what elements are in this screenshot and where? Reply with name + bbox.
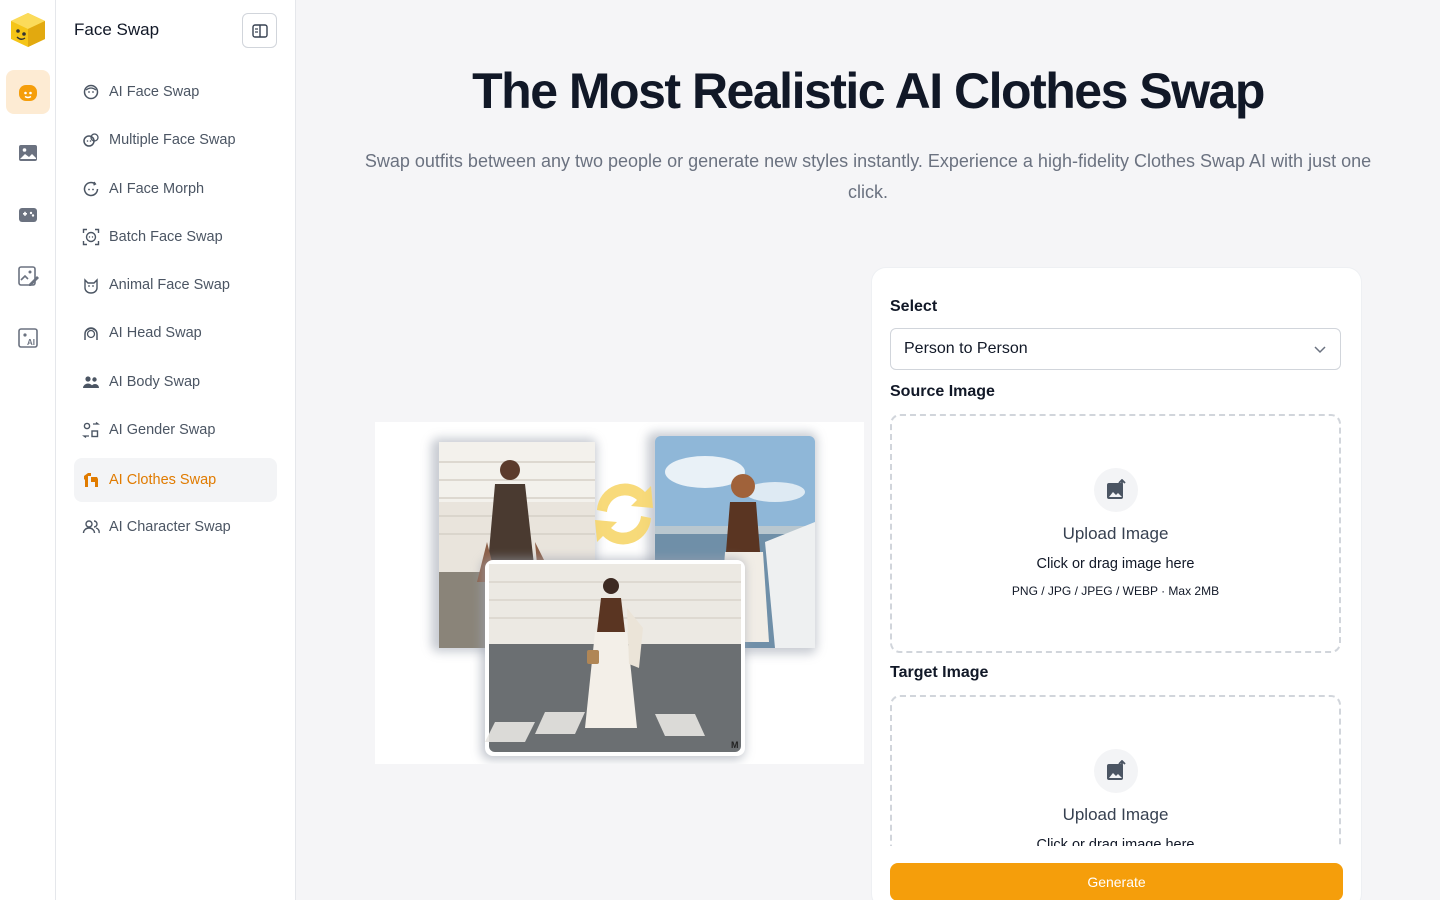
icon-rail: AI bbox=[0, 0, 56, 900]
sidebar-item-label: AI Face Swap bbox=[109, 84, 200, 100]
face-morph-icon bbox=[83, 181, 99, 197]
upload-hint: Click or drag image here bbox=[1036, 837, 1195, 846]
sidebar-item-label: AI Body Swap bbox=[109, 374, 201, 390]
sidebar-item-batch-face-swap[interactable]: Batch Face Swap bbox=[74, 215, 277, 259]
page-subtitle: Swap outfits between any two people or g… bbox=[364, 151, 1372, 202]
page-title: The Most Realistic AI Clothes Swap bbox=[472, 63, 1265, 119]
upload-image-icon-wrap bbox=[1094, 749, 1138, 793]
character-icon bbox=[82, 520, 100, 534]
sidebar-item-label: AI Gender Swap bbox=[109, 422, 216, 438]
target-image-dropzone[interactable]: Upload Image Click or drag image here PN… bbox=[890, 695, 1341, 846]
source-image-dropzone[interactable]: Upload Image Click or drag image here PN… bbox=[890, 414, 1341, 653]
target-image-label: Target Image bbox=[890, 664, 989, 681]
sidebar-item-ai-head-swap[interactable]: AI Head Swap bbox=[74, 311, 277, 355]
video-game-icon bbox=[19, 208, 37, 222]
sidebar-item-multiple-face-swap[interactable]: Multiple Face Swap bbox=[74, 118, 277, 162]
sidebar-item-label: AI Head Swap bbox=[109, 325, 202, 341]
svg-text:M: M bbox=[731, 740, 739, 750]
sidebar-item-label: AI Face Morph bbox=[109, 181, 205, 197]
sidebar-item-ai-face-morph[interactable]: AI Face Morph bbox=[74, 167, 277, 211]
rail-video-game[interactable] bbox=[6, 193, 50, 237]
logo-icon[interactable] bbox=[9, 11, 47, 49]
rail-face-swap[interactable] bbox=[6, 70, 50, 114]
rail-image[interactable] bbox=[6, 131, 50, 175]
upload-title: Upload Image bbox=[1062, 805, 1169, 824]
collapse-sidebar-button[interactable] bbox=[242, 13, 277, 48]
sidebar-item-ai-body-swap[interactable]: AI Body Swap bbox=[74, 360, 277, 404]
sidebar-item-ai-clothes-swap[interactable]: AI Clothes Swap bbox=[74, 458, 277, 502]
upload-image-icon bbox=[1107, 760, 1126, 780]
source-image-label: Source Image bbox=[890, 383, 995, 400]
sidebar-item-ai-character-swap[interactable]: AI Character Swap bbox=[74, 505, 277, 549]
batch-face-icon bbox=[82, 228, 100, 246]
upload-image-icon bbox=[1107, 479, 1126, 499]
upload-image-icon-wrap bbox=[1094, 468, 1138, 512]
rail-edit-image[interactable] bbox=[6, 254, 50, 298]
people-icon bbox=[83, 376, 99, 388]
image-icon bbox=[19, 145, 37, 161]
sidebar-item-label: Animal Face Swap bbox=[109, 277, 230, 293]
sidebar-item-animal-face-swap[interactable]: Animal Face Swap bbox=[74, 263, 277, 307]
generate-button[interactable]: Generate bbox=[890, 863, 1343, 900]
gender-swap-icon bbox=[82, 421, 100, 439]
edit-image-icon bbox=[18, 266, 39, 286]
face-icon bbox=[83, 84, 99, 100]
upload-title: Upload Image bbox=[1062, 524, 1169, 543]
clothes-swap-panel: Select Person to Person Source Image Upl… bbox=[872, 268, 1361, 900]
mode-select-value: Person to Person bbox=[904, 340, 1028, 357]
face-swap-icon bbox=[19, 85, 37, 101]
clothes-swap-example-image: M bbox=[375, 422, 864, 764]
sidebar: Face Swap AI Face Swap Multiple Face Swa… bbox=[56, 0, 296, 900]
sidebar-item-label: AI Character Swap bbox=[109, 519, 231, 535]
sidebar-item-label: AI Clothes Swap bbox=[109, 472, 217, 488]
select-label: Select bbox=[890, 298, 938, 315]
sidebar-item-ai-gender-swap[interactable]: AI Gender Swap bbox=[74, 408, 277, 452]
head-icon bbox=[84, 327, 98, 340]
sidebar-item-ai-face-swap[interactable]: AI Face Swap bbox=[74, 70, 277, 114]
mode-select[interactable]: Person to Person bbox=[890, 328, 1341, 370]
chevron-down-icon bbox=[1314, 346, 1326, 354]
sidebar-item-label: Multiple Face Swap bbox=[109, 132, 236, 148]
rail-ai-image[interactable]: AI bbox=[6, 316, 50, 360]
svg-text:AI: AI bbox=[27, 338, 35, 347]
upload-hint: Click or drag image here bbox=[1036, 556, 1195, 572]
shirt-icon bbox=[84, 473, 98, 487]
multiple-faces-icon bbox=[83, 133, 99, 147]
sidebar-collapse-icon bbox=[251, 23, 268, 38]
upload-formats: PNG / JPG / JPEG / WEBP · Max 2MB bbox=[1011, 584, 1220, 598]
cat-icon bbox=[84, 278, 98, 294]
sidebar-title: Face Swap bbox=[74, 20, 160, 39]
sidebar-item-label: Batch Face Swap bbox=[109, 229, 223, 245]
ai-image-icon: AI bbox=[18, 328, 38, 348]
